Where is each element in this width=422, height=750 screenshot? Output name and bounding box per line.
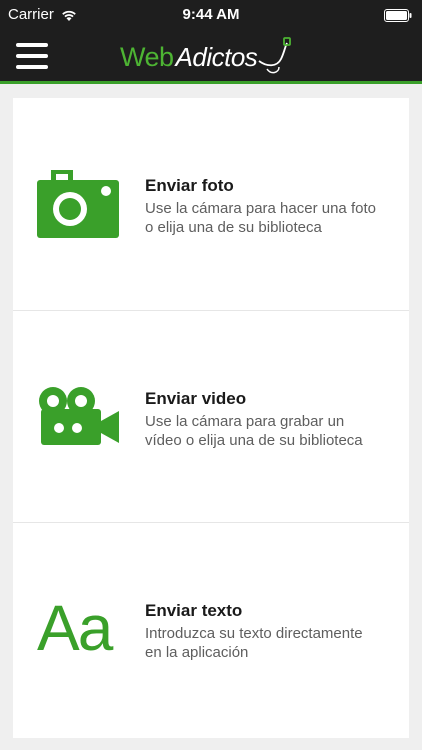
logo-secondary: Adictos xyxy=(175,41,258,72)
text-icon: Aa xyxy=(37,592,113,664)
send-photo-desc-line1: Use la cámara para hacer una foto xyxy=(145,200,376,217)
app-logo: Web Adictos xyxy=(120,36,293,78)
camera-icon xyxy=(37,170,119,238)
send-text-desc-line1: Introduzca su texto directamente xyxy=(145,625,363,642)
hamburger-menu-icon[interactable] xyxy=(16,43,48,69)
battery-icon xyxy=(384,9,412,22)
usb-cable-icon xyxy=(258,37,292,74)
logo-primary: Web xyxy=(120,41,174,72)
send-photo-option[interactable]: Enviar foto Use la cámara para hacer una… xyxy=(13,98,409,310)
send-text-title: Enviar texto xyxy=(145,601,243,620)
send-photo-desc-line2: o elija una de su biblioteca xyxy=(145,219,322,236)
send-video-title: Enviar video xyxy=(145,389,247,408)
send-video-desc-line1: Use la cámara para grabar un xyxy=(145,413,345,430)
options-card: Enviar foto Use la cámara para hacer una… xyxy=(13,98,409,738)
video-camera-icon xyxy=(39,387,119,445)
nav-bar: Web Adictos xyxy=(0,30,422,84)
status-bar: Carrier 9:44 AM xyxy=(0,0,422,30)
send-text-option[interactable]: Aa Enviar texto Introduzca su texto dire… xyxy=(13,522,409,738)
send-video-desc-line2: vídeo o elija una de su biblioteca xyxy=(145,432,363,449)
status-time: 9:44 AM xyxy=(182,6,240,23)
send-photo-title: Enviar foto xyxy=(145,176,234,195)
send-text-desc-line2: en la aplicación xyxy=(145,644,249,661)
send-video-option[interactable]: Enviar video Use la cámara para grabar u… xyxy=(13,310,409,522)
